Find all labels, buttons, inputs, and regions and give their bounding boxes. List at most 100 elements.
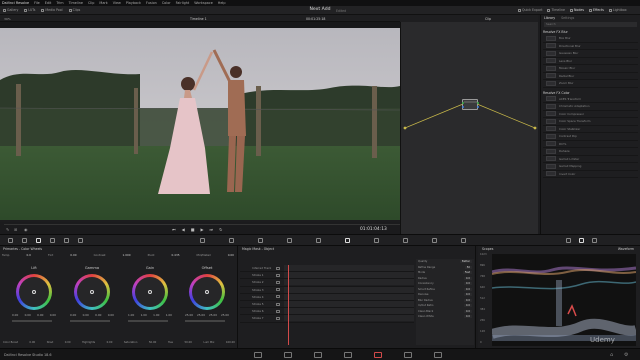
value-b[interactable]: 0.00 <box>50 313 56 317</box>
row-track[interactable] <box>284 301 414 308</box>
color-warper-icon[interactable] <box>229 238 234 243</box>
menu-item[interactable]: View <box>113 1 121 5</box>
quality-dropdown[interactable]: Better <box>459 260 472 264</box>
scopes-icon[interactable] <box>579 238 584 243</box>
param-value[interactable]: 0.0 <box>463 309 472 313</box>
gamma-master-slider[interactable] <box>70 320 110 322</box>
quick-export-button[interactable]: Quick Export <box>518 8 542 12</box>
stop-icon[interactable]: ■ <box>191 227 195 232</box>
menu-item[interactable]: File <box>34 1 40 5</box>
lum-mix-value[interactable]: 100.00 <box>226 341 235 344</box>
menu-item[interactable]: Playback <box>126 1 141 5</box>
value-r[interactable]: 1.00 <box>141 313 147 317</box>
effect-gamut-limiter[interactable]: Gamut Limiter <box>543 156 638 163</box>
value-g[interactable]: 0.00 <box>95 313 101 317</box>
row-track[interactable] <box>284 286 414 293</box>
value-r[interactable]: 0.00 <box>25 313 31 317</box>
value-b[interactable]: 1.00 <box>166 313 172 317</box>
offset-wheel[interactable] <box>189 274 225 310</box>
curves-icon[interactable] <box>200 238 205 243</box>
scrubber[interactable] <box>4 224 400 225</box>
effect-box-blur[interactable]: Box Blur <box>543 35 638 43</box>
play-icon[interactable]: ▶ <box>200 227 203 232</box>
eye-icon[interactable] <box>276 288 280 292</box>
media-page-icon[interactable] <box>254 352 262 358</box>
param-value[interactable]: Fast <box>462 271 472 275</box>
effects-button[interactable]: Effects <box>589 8 604 12</box>
tracker-icon[interactable] <box>316 238 321 243</box>
blur-icon[interactable] <box>374 238 379 243</box>
param-value[interactable]: 0.0 <box>463 276 472 280</box>
eye-icon[interactable] <box>276 302 280 306</box>
row-track[interactable] <box>284 293 414 300</box>
settings-icon[interactable]: ⚙ <box>624 352 628 358</box>
saturation-value[interactable]: 50.00 <box>149 341 156 344</box>
mask-row[interactable]: Stroke 1 <box>240 272 414 280</box>
color-wheels-icon[interactable] <box>36 238 41 243</box>
param-value[interactable]: 50 <box>464 265 472 269</box>
mask-row[interactable]: Inferred Track <box>240 265 414 273</box>
value-y[interactable]: 0.00 <box>70 313 76 317</box>
effect-invert-color[interactable]: Invert Color <box>543 171 638 178</box>
menu-item[interactable]: DaVinci Resolve <box>2 1 29 5</box>
value-g[interactable]: 0.00 <box>37 313 43 317</box>
menu-item[interactable]: Mark <box>99 1 107 5</box>
lift-wheel[interactable] <box>16 274 52 310</box>
motion-effects-icon[interactable] <box>64 238 69 243</box>
node-key-input[interactable] <box>461 106 464 108</box>
effect-gamut-mapping[interactable]: Gamut Mapping <box>543 163 638 171</box>
mask-row[interactable]: Stroke 6 <box>240 308 414 316</box>
row-track[interactable] <box>284 265 414 272</box>
effect-lens-blur[interactable]: Lens Blur <box>543 58 638 65</box>
lift-master-slider[interactable] <box>12 320 52 322</box>
param-value[interactable]: 0.0 <box>463 298 472 302</box>
edit-page-icon[interactable] <box>314 352 322 358</box>
effect-zoom-blur[interactable]: Zoom Blur <box>543 80 638 88</box>
offset-master-slider[interactable] <box>185 320 225 322</box>
gain-master-slider[interactable] <box>128 320 168 322</box>
deliver-page-icon[interactable] <box>434 352 442 358</box>
loop-icon[interactable]: ↻ <box>219 227 222 232</box>
grid-icon[interactable]: ⊞ <box>14 227 17 232</box>
highlights-value[interactable]: 0.00 <box>107 341 113 344</box>
skip-forward-icon[interactable]: ⏭ <box>210 227 214 232</box>
value-b[interactable]: 0.00 <box>108 313 114 317</box>
color-boost-value[interactable]: 0.00 <box>29 341 35 344</box>
effect-dehaze[interactable]: Dehaze <box>543 148 638 156</box>
node-editor[interactable] <box>400 22 538 234</box>
color-match-icon[interactable] <box>22 238 27 243</box>
effect-color-compressor[interactable]: Color Compressor <box>543 111 638 118</box>
key-icon[interactable] <box>403 238 408 243</box>
eye-icon[interactable] <box>276 266 280 270</box>
row-track[interactable] <box>284 279 414 286</box>
audio-icon[interactable]: ◉ <box>24 227 28 232</box>
search-input[interactable]: Search <box>544 22 637 27</box>
effect-directional-blur[interactable]: Directional Blur <box>543 43 638 50</box>
value-r[interactable]: 25.00 <box>197 313 205 317</box>
menu-item[interactable]: Fusion <box>146 1 157 5</box>
gallery-button[interactable]: Gallery <box>3 8 18 12</box>
effect-radial-blur[interactable]: Radial Blur <box>543 73 638 80</box>
zoom-level[interactable]: 39% <box>4 17 11 21</box>
gain-wheel[interactable] <box>132 274 168 310</box>
value-r[interactable]: 0.00 <box>83 313 89 317</box>
effect-dctl[interactable]: DCTL <box>543 141 638 148</box>
eye-icon[interactable] <box>276 316 280 320</box>
menu-item[interactable]: Timeline <box>69 1 83 5</box>
shadows-value[interactable]: 0.00 <box>65 341 71 344</box>
menu-item[interactable]: Trim <box>56 1 63 5</box>
lightbox-button[interactable]: Lightbox <box>608 8 627 12</box>
gamma-wheel[interactable] <box>74 274 110 310</box>
value-b[interactable]: 25.00 <box>221 313 229 317</box>
magic-mask-icon[interactable] <box>345 238 350 243</box>
effect-chromatic-adaptation[interactable]: Chromatic Adaptation <box>543 103 638 111</box>
row-track[interactable] <box>284 272 414 279</box>
row-track[interactable] <box>284 308 414 315</box>
param-value[interactable]: 0.0 <box>463 304 472 308</box>
wheel-handle[interactable] <box>148 290 152 294</box>
eye-icon[interactable] <box>276 309 280 313</box>
contrast-value[interactable]: 1.000 <box>123 253 131 257</box>
cut-page-icon[interactable] <box>284 352 292 358</box>
camera-raw-icon[interactable] <box>8 238 13 243</box>
3d-icon[interactable] <box>461 238 466 243</box>
